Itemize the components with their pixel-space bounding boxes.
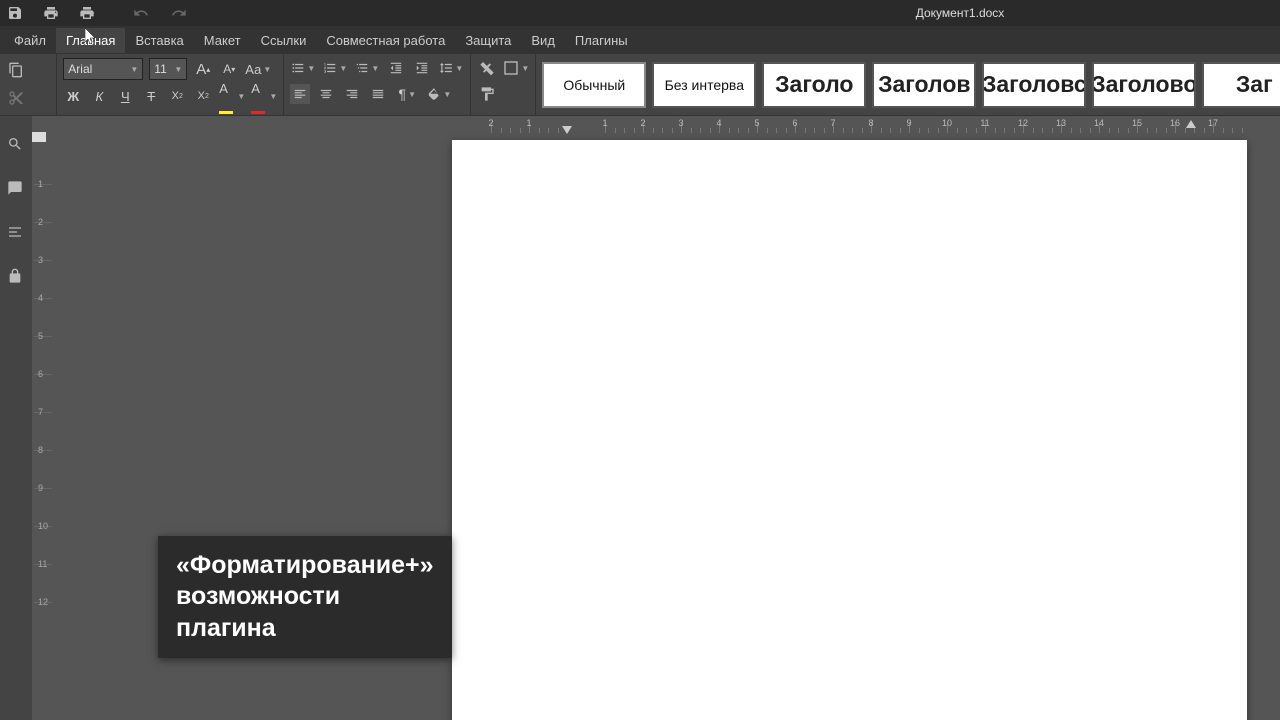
align-justify-button[interactable] (368, 84, 388, 104)
menu-bar: ФайлГлавнаяВставкаМакетСсылкиСовместная … (0, 26, 1280, 54)
headings-icon[interactable] (7, 224, 25, 242)
decrease-indent-button[interactable] (386, 58, 406, 78)
shading-button[interactable]: ▼ (426, 84, 452, 104)
increase-indent-button[interactable] (412, 58, 432, 78)
font-size-select[interactable]: 11▼ (149, 58, 187, 80)
quick-print-icon[interactable] (78, 4, 96, 22)
change-case-button[interactable]: Аа▼ (245, 59, 271, 79)
strikethrough-button[interactable]: Т (141, 86, 161, 106)
font-color-button[interactable]: А▼ (251, 86, 277, 106)
subscript-button[interactable]: X2 (193, 86, 213, 106)
paragraph-mark-button[interactable]: ¶▼ (394, 84, 420, 104)
toolbar: Arial▼ 11▼ А▴ А▾ Аа▼ Ж К Ч Т X2 X2 А▼ А▼… (0, 54, 1280, 116)
decrease-font-icon[interactable]: А▾ (219, 59, 239, 79)
menu-tab-совместная работа[interactable]: Совместная работа (316, 28, 455, 53)
font-size-value: 11 (154, 62, 166, 76)
underline-button[interactable]: Ч (115, 86, 135, 106)
left-sidebar (0, 116, 32, 720)
format-painter-button[interactable] (477, 84, 497, 104)
vertical-ruler[interactable]: 123456789101112 (32, 116, 54, 720)
style-chip[interactable]: Без интерва (652, 62, 756, 108)
style-chip[interactable]: Заголов (872, 62, 976, 108)
menu-tab-макет[interactable]: Макет (194, 28, 251, 53)
callout-line: возможности (176, 581, 434, 612)
menu-tab-ссылки[interactable]: Ссылки (251, 28, 317, 53)
numbered-list-button[interactable]: ▼ (322, 58, 348, 78)
align-left-button[interactable] (290, 84, 310, 104)
undo-icon[interactable] (132, 4, 150, 22)
menu-tab-файл[interactable]: Файл (4, 28, 56, 53)
font-family-select[interactable]: Arial▼ (63, 58, 143, 80)
copy-icon[interactable] (4, 58, 28, 82)
redo-icon[interactable] (170, 4, 188, 22)
font-name-value: Arial (68, 62, 92, 76)
bullet-list-button[interactable]: ▼ (290, 58, 316, 78)
borders-button[interactable]: ▼ (503, 58, 529, 78)
document-area: 211234567891011121314151617 «Форматирова… (54, 116, 1280, 720)
italic-button[interactable]: К (89, 86, 109, 106)
clear-formatting-button[interactable] (477, 58, 497, 78)
menu-tab-плагины[interactable]: Плагины (565, 28, 638, 53)
menu-tab-вид[interactable]: Вид (521, 28, 565, 53)
menu-tab-защита[interactable]: Защита (455, 28, 521, 53)
horizontal-ruler[interactable]: 211234567891011121314151617 (454, 116, 1280, 136)
page[interactable] (452, 140, 1247, 720)
menu-tab-вставка[interactable]: Вставка (125, 28, 193, 53)
document-title: Документ1.docx (916, 6, 1005, 20)
search-icon[interactable] (7, 136, 25, 154)
cursor-pointer (85, 28, 97, 44)
style-chip[interactable]: Заголо (762, 62, 866, 108)
save-icon[interactable] (6, 4, 24, 22)
style-chip[interactable]: Заг (1202, 62, 1280, 108)
callout-line: плагина (176, 613, 434, 644)
highlight-color-button[interactable]: А▼ (219, 86, 245, 106)
styles-gallery: ОбычныйБез интерваЗаголоЗаголовЗаголовсЗ… (536, 54, 1280, 115)
multilevel-list-button[interactable]: ▼ (354, 58, 380, 78)
style-chip[interactable]: Заголово (1092, 62, 1196, 108)
cut-icon[interactable] (4, 86, 28, 110)
bold-button[interactable]: Ж (63, 86, 83, 106)
align-center-button[interactable] (316, 84, 336, 104)
align-right-button[interactable] (342, 84, 362, 104)
increase-font-icon[interactable]: А▴ (193, 59, 213, 79)
tooltip-callout: «Форматирование+» возможности плагина (158, 536, 452, 658)
lock-icon[interactable] (7, 268, 25, 286)
print-icon[interactable] (42, 4, 60, 22)
comments-icon[interactable] (7, 180, 25, 198)
style-chip[interactable]: Заголовс (982, 62, 1086, 108)
superscript-button[interactable]: X2 (167, 86, 187, 106)
line-spacing-button[interactable]: ▼ (438, 58, 464, 78)
callout-line: «Форматирование+» (176, 550, 434, 581)
style-chip[interactable]: Обычный (542, 62, 646, 108)
